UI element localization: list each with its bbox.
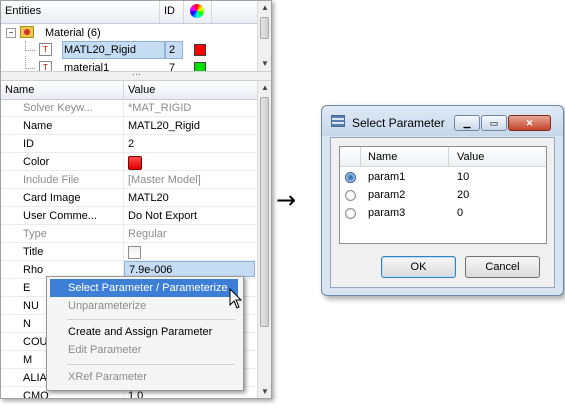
tree-item-label: MATL20_Rigid	[64, 44, 136, 56]
select-parameter-dialog: Select Parameter ▁ ▭ ✕ Name Value param1…	[321, 105, 564, 296]
property-value[interactable]: 1.0	[128, 390, 143, 398]
property-value[interactable]: 2	[128, 138, 134, 150]
mouse-cursor-icon	[229, 288, 243, 309]
ok-button[interactable]: OK	[381, 256, 456, 278]
param-row[interactable]: param1 10	[340, 169, 546, 187]
property-row[interactable]: Type Regular	[1, 225, 256, 243]
property-name: NU	[23, 300, 39, 312]
grip-icon: ···	[132, 69, 141, 79]
entities-header: Entities ID	[1, 1, 271, 24]
menu-item-select-parameter[interactable]: Select Parameter / Parameterize	[50, 279, 238, 297]
arrow-icon: →	[276, 186, 297, 214]
property-name: Type	[23, 228, 47, 240]
property-name: N	[23, 318, 31, 330]
tree-item-id: 2	[169, 44, 176, 56]
property-name: M	[23, 354, 33, 366]
property-name: ID	[23, 138, 34, 150]
property-name: Include File	[23, 174, 80, 186]
entity-tree: − Material (6) T MATL20_Rigid 2 T materi…	[1, 23, 257, 74]
property-name: ALIA	[23, 372, 47, 384]
property-value: [Master Model]	[128, 174, 201, 186]
property-row[interactable]: Solver Keyw... *MAT_RIGID	[1, 99, 256, 117]
property-row[interactable]: Title	[1, 243, 256, 261]
tree-item-matl20-rigid[interactable]: T MATL20_Rigid 2	[1, 41, 256, 59]
scroll-down-icon[interactable]: ▼	[258, 385, 271, 398]
menu-item-create-assign-parameter[interactable]: Create and Assign Parameter	[50, 323, 238, 341]
panel-splitter[interactable]: ···	[1, 69, 271, 81]
color-swatch[interactable]	[194, 44, 206, 56]
table-icon	[331, 115, 345, 127]
dialog-client-area: Name Value param1 10 param2 20 param3 0 …	[330, 137, 555, 288]
param-value: 0	[457, 207, 464, 219]
parameter-table: Name Value param1 10 param2 20 param3 0	[339, 146, 547, 244]
property-row[interactable]: ID 2	[1, 135, 256, 153]
minimize-button[interactable]: ▁	[454, 115, 480, 131]
menu-item-unparameterize[interactable]: Unparameterize	[50, 297, 238, 315]
tree-group-material[interactable]: − Material (6)	[1, 24, 256, 42]
param-row[interactable]: param3 0	[340, 205, 546, 223]
entities-column-header[interactable]: Entities	[5, 5, 41, 17]
color-wheel-icon[interactable]	[190, 4, 204, 18]
id-column-header[interactable]: ID	[164, 5, 175, 17]
property-name: E	[23, 282, 31, 294]
property-value: *MAT_RIGID	[128, 102, 192, 114]
property-name: Color	[23, 156, 50, 168]
close-button[interactable]: ✕	[508, 115, 551, 131]
value-column-header[interactable]: Value	[128, 84, 155, 96]
scroll-down-icon[interactable]: ▼	[258, 57, 271, 71]
property-value[interactable]: 7.9e-006	[124, 261, 255, 277]
param-name: param3	[368, 207, 406, 219]
value-column-header[interactable]: Value	[457, 151, 484, 163]
material-badge-icon	[24, 29, 30, 35]
property-value[interactable]: MATL20	[128, 192, 169, 204]
scrollbar-thumb[interactable]	[260, 97, 269, 327]
property-name: Card Image	[23, 192, 81, 204]
collapse-toggle-icon[interactable]: −	[6, 28, 16, 38]
menu-item-xref-parameter[interactable]: XRef Parameter	[50, 368, 238, 386]
dialog-titlebar[interactable]: Select Parameter ▁ ▭ ✕	[322, 106, 563, 136]
title-checkbox[interactable]	[128, 246, 141, 259]
property-value[interactable]: MATL20_Rigid	[128, 120, 200, 132]
property-name: COU	[23, 336, 48, 348]
property-row[interactable]: Include File [Master Model]	[1, 171, 256, 189]
property-name: User Comme...	[23, 210, 97, 222]
tree-scrollbar[interactable]: ▲ ▼	[257, 1, 271, 71]
property-name: Solver Keyw...	[23, 102, 93, 114]
name-column-header[interactable]: Name	[5, 84, 34, 96]
param-name: param1	[368, 171, 406, 183]
property-name: CMO	[23, 390, 49, 399]
property-row[interactable]: Card Image MATL20	[1, 189, 256, 207]
tree-group-label: Material (6)	[45, 27, 101, 39]
cancel-button[interactable]: Cancel	[465, 256, 540, 278]
context-menu: Select Parameter / Parameterize Unparame…	[46, 276, 244, 391]
properties-header: Name Value	[1, 81, 257, 100]
param-name: param2	[368, 189, 406, 201]
property-scrollbar[interactable]: ▲ ▼	[257, 81, 271, 398]
scroll-up-icon[interactable]: ▲	[258, 81, 271, 95]
material-icon: T	[39, 43, 52, 56]
menu-item-edit-parameter[interactable]: Edit Parameter	[50, 341, 238, 359]
scroll-up-icon[interactable]: ▲	[258, 1, 271, 15]
param-row[interactable]: param2 20	[340, 187, 546, 205]
param-value: 20	[457, 189, 470, 201]
parameter-table-header: Name Value	[340, 147, 546, 167]
property-row[interactable]: User Comme... Do Not Export	[1, 207, 256, 225]
color-value-swatch[interactable]	[128, 156, 142, 170]
param-value: 10	[457, 171, 470, 183]
property-name: Title	[23, 246, 44, 258]
param-radio[interactable]	[345, 208, 356, 219]
name-column-header[interactable]: Name	[368, 151, 397, 163]
param-radio[interactable]	[345, 172, 356, 183]
property-value[interactable]: Do Not Export	[128, 210, 197, 222]
dialog-title: Select Parameter	[352, 116, 445, 130]
property-row[interactable]: Color	[1, 153, 256, 171]
maximize-button[interactable]: ▭	[481, 115, 507, 131]
property-name: Rho	[23, 264, 44, 276]
scrollbar-thumb[interactable]	[260, 17, 269, 39]
property-row[interactable]: Name MATL20_Rigid	[1, 117, 256, 135]
param-radio[interactable]	[345, 190, 356, 201]
property-value: Regular	[128, 228, 167, 240]
property-name: Name	[23, 120, 53, 132]
